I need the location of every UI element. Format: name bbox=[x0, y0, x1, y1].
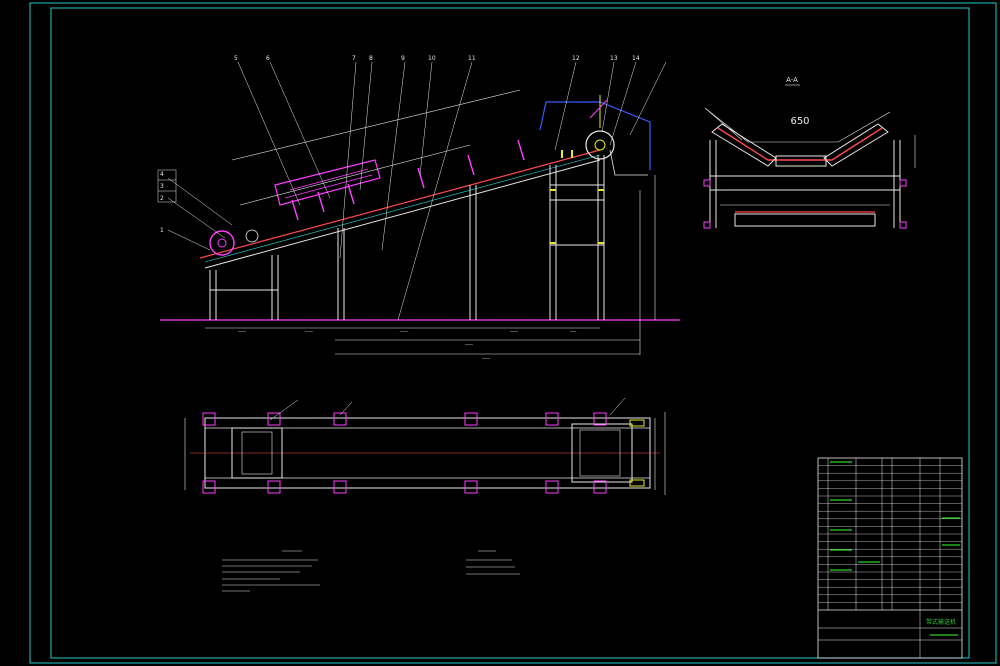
plan-view bbox=[184, 397, 666, 495]
leader-number: 9 bbox=[401, 55, 405, 62]
svg-text:___: ___ bbox=[569, 327, 577, 332]
inner-frame bbox=[50, 7, 970, 659]
leader-number: 4 bbox=[160, 171, 164, 178]
leader-number: 13 bbox=[610, 55, 618, 62]
leader-number: 12 bbox=[572, 55, 580, 62]
drawing-title: 带式输送机 bbox=[926, 618, 956, 626]
leader-number: 14 bbox=[632, 55, 640, 62]
svg-text:____: ____ bbox=[464, 340, 474, 345]
technical-notes bbox=[222, 550, 520, 592]
section-label: A-A bbox=[786, 76, 798, 84]
svg-text:____: ____ bbox=[509, 327, 519, 332]
title-block: 带式输送机 bbox=[817, 457, 963, 659]
side-elevation-view: 1 2 3 4 5 6 7 8 9 10 11 12 13 14 ____ __… bbox=[157, 55, 680, 359]
outer-frame bbox=[29, 2, 997, 664]
leader-number: 10 bbox=[428, 55, 436, 62]
svg-text:____: ____ bbox=[304, 327, 314, 332]
svg-text:____: ____ bbox=[237, 327, 247, 332]
leader-number: 5 bbox=[234, 55, 238, 62]
trough-width: 650 bbox=[790, 116, 809, 127]
svg-text:____: ____ bbox=[399, 327, 409, 332]
leader-number: 7 bbox=[352, 55, 356, 62]
leader-number: 11 bbox=[468, 55, 476, 62]
svg-text:____: ____ bbox=[481, 354, 491, 359]
leader-number: 6 bbox=[266, 55, 270, 62]
trough-section-view: A-A 650 bbox=[703, 76, 916, 229]
cad-drawing-canvas: 1 2 3 4 5 6 7 8 9 10 11 12 13 14 ____ __… bbox=[29, 2, 997, 664]
leader-number: 1 bbox=[160, 227, 164, 234]
leader-number: 3 bbox=[160, 183, 164, 190]
leader-number: 8 bbox=[369, 55, 373, 62]
leader-number: 2 bbox=[160, 195, 164, 202]
